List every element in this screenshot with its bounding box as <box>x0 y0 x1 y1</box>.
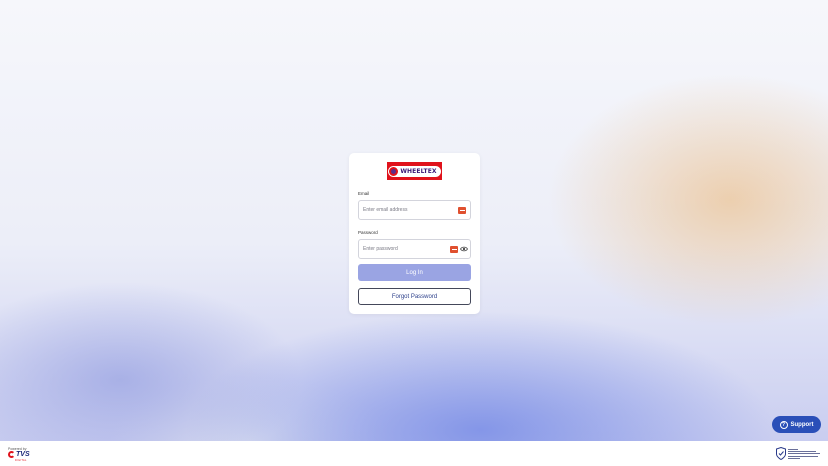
autofill-icon[interactable] <box>450 246 458 253</box>
vendor-mark-icon <box>8 451 15 458</box>
support-label: Support <box>790 421 814 428</box>
brand-logo: WHEELTEX <box>387 162 442 180</box>
login-card: WHEELTEX Email Enter email address Passw… <box>349 153 480 314</box>
email-label: Email <box>358 191 370 196</box>
footer: Powered by TVS DIGITAL <box>0 441 828 466</box>
vendor-logo: TVS <box>8 451 30 458</box>
wheel-icon <box>389 166 399 176</box>
vendor-logo-subtext: DIGITAL <box>15 459 27 462</box>
support-button[interactable]: ? Support <box>772 416 821 433</box>
password-placeholder: Enter password <box>363 246 398 252</box>
brand-logo-text: WHEELTEX <box>400 167 437 175</box>
certification-badge <box>776 447 822 462</box>
question-icon: ? <box>779 420 788 429</box>
forgot-password-button[interactable]: Forgot Password <box>358 288 471 305</box>
vendor-logo-text: TVS <box>16 451 30 458</box>
login-button[interactable]: Log In <box>358 264 471 281</box>
autofill-icon[interactable] <box>458 207 466 214</box>
password-label: Password <box>358 230 378 235</box>
email-field[interactable]: Enter email address <box>358 200 471 220</box>
email-placeholder: Enter email address <box>363 207 408 213</box>
password-field[interactable]: Enter password <box>358 239 471 259</box>
eye-icon[interactable] <box>460 246 468 252</box>
shield-icon <box>776 447 786 460</box>
